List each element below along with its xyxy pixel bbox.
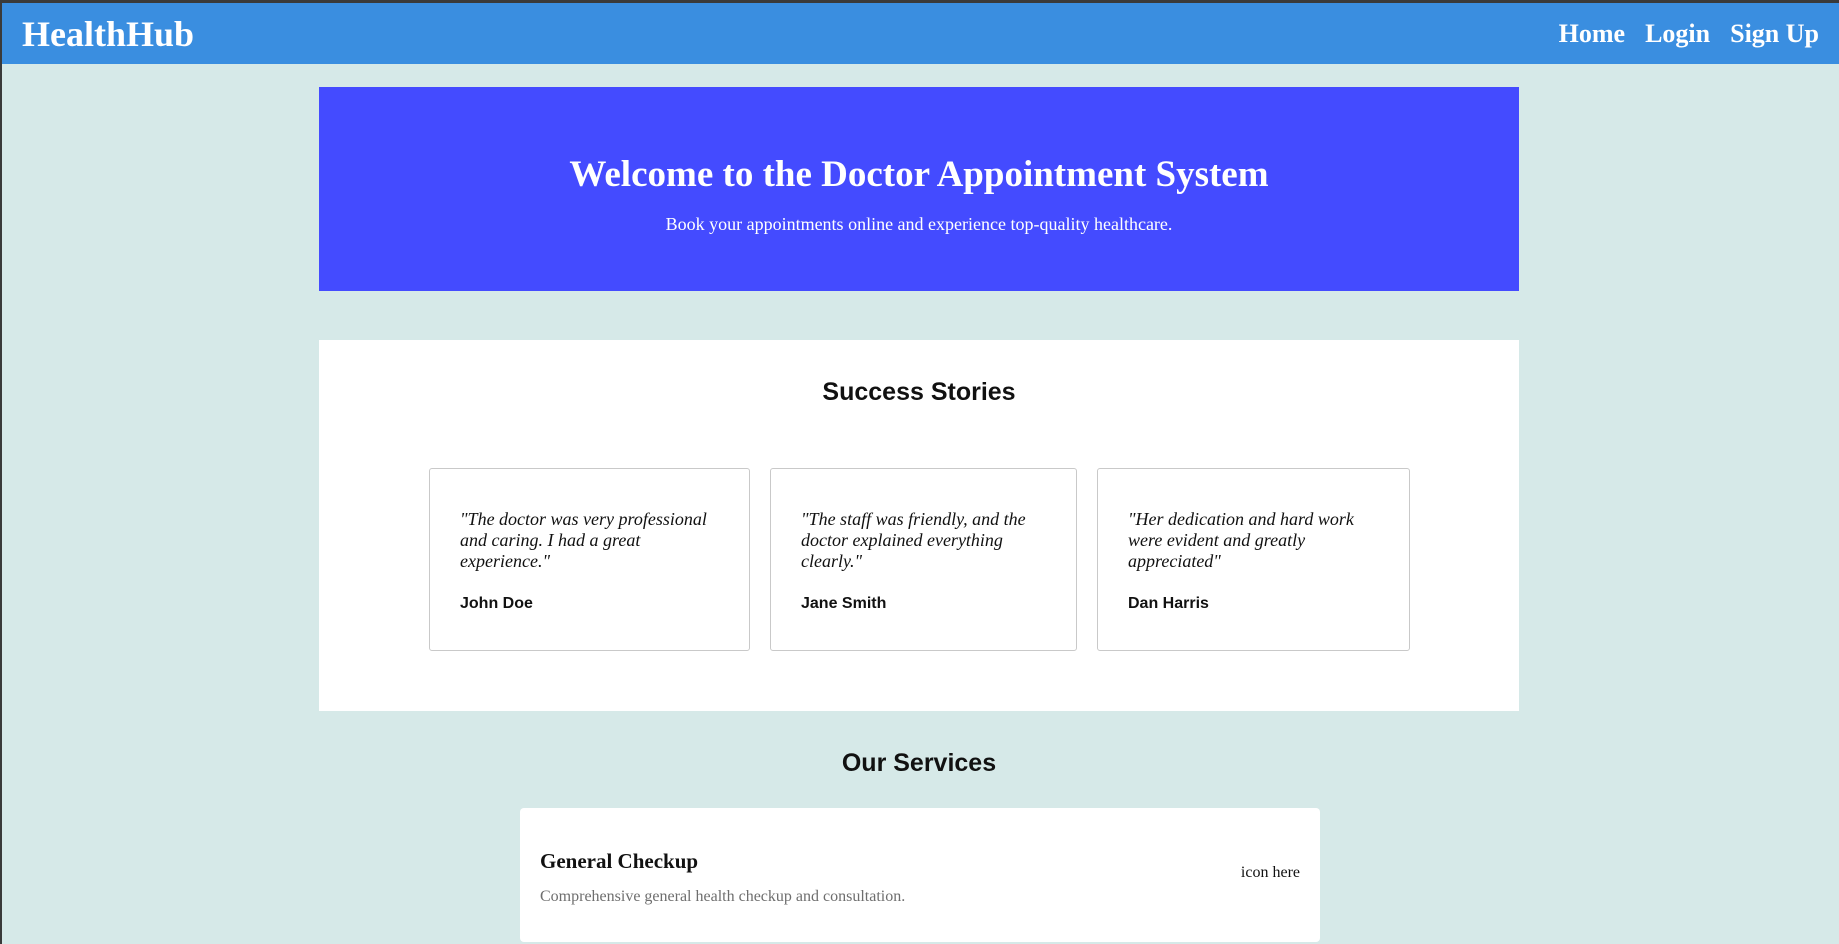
story-card: "The staff was friendly, and the doctor …: [770, 468, 1077, 651]
service-name: General Checkup: [540, 849, 699, 873]
services-title: Our Services: [841, 749, 997, 777]
service-icon-placeholder: icon here: [1240, 864, 1300, 881]
brand-logo[interactable]: HealthHub: [22, 13, 194, 55]
success-stories-title: Success Stories: [822, 378, 1016, 406]
service-description: Comprehensive general health checkup and…: [540, 888, 906, 905]
story-author: John Doe: [460, 595, 533, 612]
navbar: HealthHub Home Login Sign Up: [2, 3, 1839, 64]
nav-link-signup[interactable]: Sign Up: [1730, 19, 1819, 49]
story-author: Dan Harris: [1128, 595, 1209, 612]
story-author: Jane Smith: [801, 595, 887, 612]
hero-title: Welcome to the Doctor Appointment System: [569, 154, 1269, 195]
nav-link-login[interactable]: Login: [1645, 19, 1710, 49]
service-card[interactable]: General Checkup Comprehensive general he…: [520, 808, 1320, 942]
story-quote: "The doctor was very professional and ca…: [460, 509, 707, 571]
story-quote: "The staff was friendly, and the doctor …: [801, 509, 1026, 571]
story-card: "The doctor was very professional and ca…: [429, 468, 750, 651]
hero-subtitle: Book your appointments online and experi…: [665, 214, 1173, 234]
nav-link-home[interactable]: Home: [1559, 19, 1625, 49]
story-card: "Her dedication and hard work were evide…: [1097, 468, 1410, 651]
success-stories-section: Success Stories "The doctor was very pro…: [319, 340, 1519, 711]
hero-banner: Welcome to the Doctor Appointment System…: [319, 87, 1519, 291]
nav-links: Home Login Sign Up: [1559, 19, 1819, 49]
story-quote: "Her dedication and hard work were evide…: [1128, 509, 1354, 571]
